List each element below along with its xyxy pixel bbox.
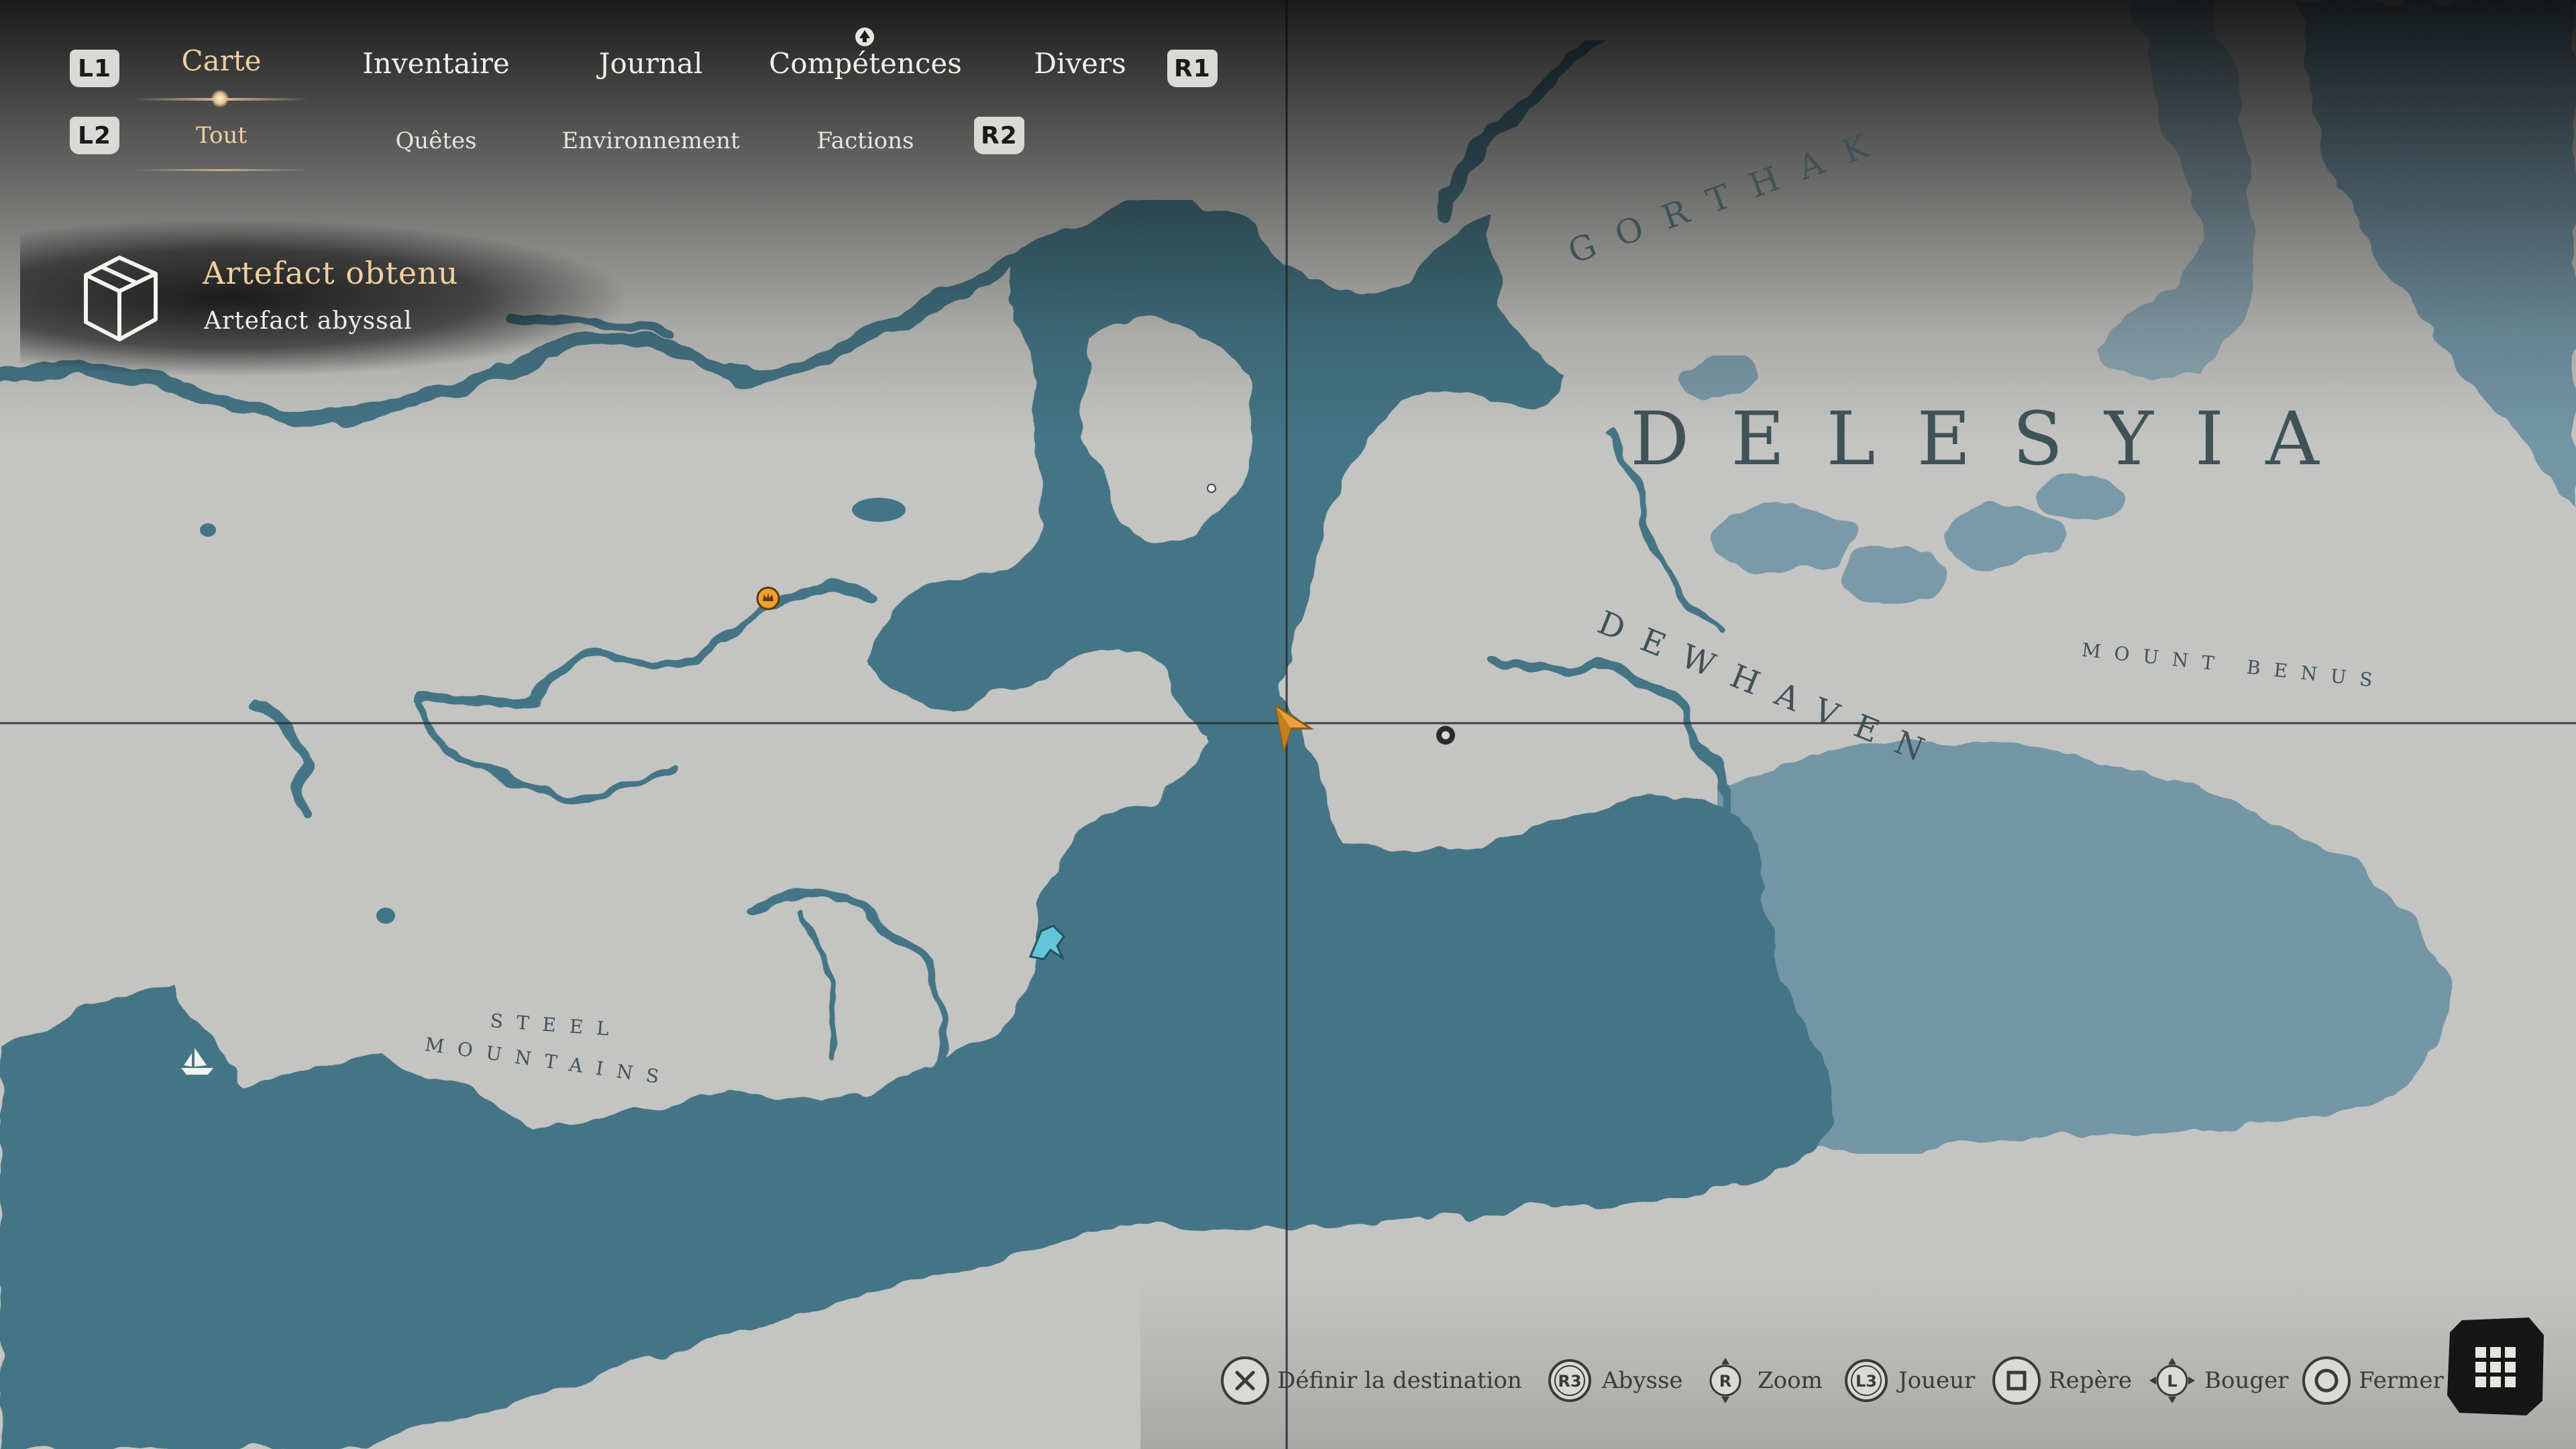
artifact-cube-icon <box>84 256 158 341</box>
tab-skills[interactable]: Compétences <box>769 47 962 80</box>
hint-player[interactable]: L3 Joueur <box>1841 1355 1975 1406</box>
waypoint-marker-icon[interactable] <box>1207 484 1216 493</box>
cross-button-icon <box>1221 1356 1269 1405</box>
tab-active-dot <box>211 90 229 107</box>
tab-journal[interactable]: Journal <box>599 47 703 80</box>
left-stick-icon: L <box>2149 1358 2195 1403</box>
circle-button-icon <box>2302 1356 2351 1405</box>
hint-move[interactable]: L Bouger <box>2147 1355 2289 1406</box>
hint-abyss[interactable]: R3 Abysse <box>1544 1355 1683 1406</box>
notification-subtitle: Artefact abyssal <box>204 307 413 335</box>
subtab-all[interactable]: Tout <box>196 122 247 149</box>
notification-title: Artefact obtenu <box>203 255 459 291</box>
right-stick-icon: R <box>1709 1358 1741 1403</box>
hint-label: Fermer <box>2359 1367 2444 1394</box>
hint-set-destination[interactable]: Définir la destination <box>1220 1355 1522 1406</box>
region-label-delesyia: DELESYIA <box>1630 396 2361 482</box>
hint-close[interactable]: Fermer <box>2301 1355 2444 1406</box>
tab-map[interactable]: Carte <box>182 44 262 77</box>
l3-stick-icon: L3 <box>1845 1359 1888 1402</box>
hint-label: Abysse <box>1602 1367 1683 1394</box>
hint-label: Zoom <box>1758 1367 1823 1394</box>
subtab-quests[interactable]: Quêtes <box>395 127 476 154</box>
menu-grid-icon[interactable] <box>2442 1312 2549 1419</box>
subtab-factions[interactable]: Factions <box>817 127 914 154</box>
r3-stick-icon: R3 <box>1548 1359 1591 1402</box>
hint-zoom[interactable]: R Zoom <box>1700 1355 1823 1406</box>
subtab-active-indicator <box>134 169 309 171</box>
tab-misc[interactable]: Divers <box>1034 47 1126 80</box>
l2-button[interactable]: L2 <box>70 117 119 154</box>
hint-marker[interactable]: Repère <box>1991 1355 2132 1406</box>
l1-button[interactable]: L1 <box>70 50 119 87</box>
hint-label: Joueur <box>1898 1367 1976 1394</box>
svg-text:R: R <box>1719 1372 1731 1391</box>
tab-inventory[interactable]: Inventaire <box>362 47 510 80</box>
skill-points-icon <box>855 28 874 46</box>
world-map[interactable] <box>0 0 2576 1449</box>
r1-button[interactable]: R1 <box>1167 50 1218 87</box>
square-button-icon <box>1992 1356 2041 1405</box>
location-marker-icon[interactable] <box>1436 726 1455 745</box>
hint-label: Repère <box>2049 1367 2132 1394</box>
svg-text:R3: R3 <box>1558 1372 1581 1391</box>
svg-text:L: L <box>2167 1372 2177 1391</box>
hint-label: Définir la destination <box>1277 1367 1522 1394</box>
hint-label: Bouger <box>2204 1367 2289 1394</box>
camp-marker-icon[interactable] <box>756 586 780 610</box>
svg-text:L3: L3 <box>1856 1372 1877 1391</box>
r2-button[interactable]: R2 <box>974 117 1024 154</box>
subtab-environment[interactable]: Environnement <box>561 127 739 154</box>
